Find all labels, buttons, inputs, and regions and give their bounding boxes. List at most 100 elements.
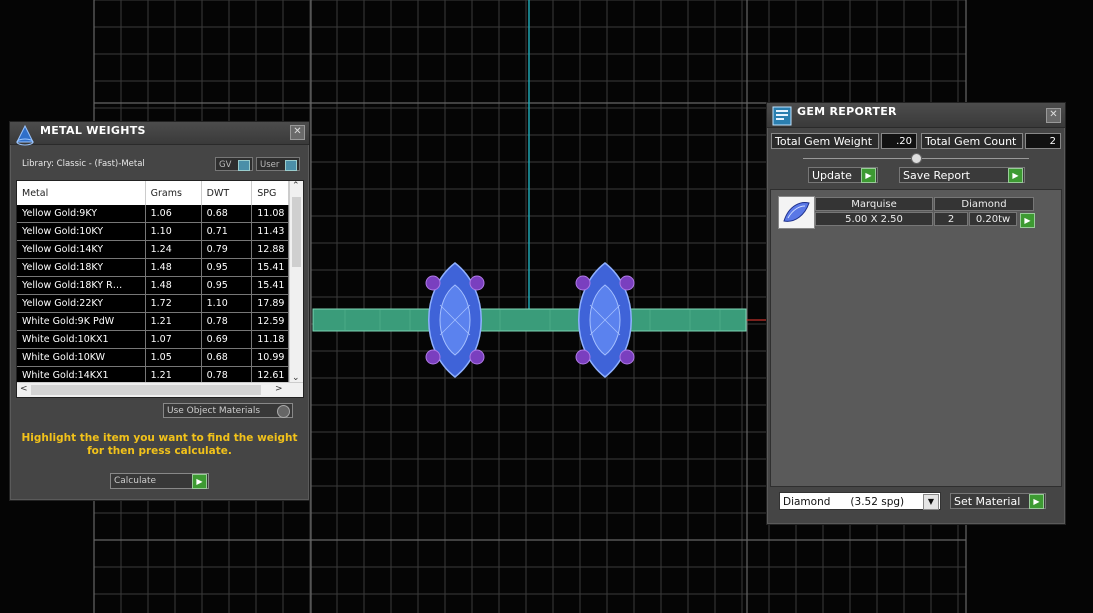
grams-cell: 1.48 bbox=[145, 276, 202, 295]
table-row[interactable]: White Gold:9K PdW 1.21 0.78 12.59 bbox=[17, 312, 289, 331]
hscrollbar-thumb[interactable] bbox=[31, 385, 261, 395]
metal-name-cell: Yellow Gold:14KY bbox=[17, 240, 146, 259]
metal-name-cell: Yellow Gold:18KY R… bbox=[17, 276, 146, 295]
metal-name-cell: Yellow Gold:10KY bbox=[17, 222, 146, 241]
column-header-grams[interactable]: Grams bbox=[145, 181, 202, 205]
dwt-cell: 1.10 bbox=[201, 294, 253, 313]
set-material-label: Set Material bbox=[954, 495, 1021, 508]
gem-reporter-titlebar[interactable]: GEM REPORTER ✕ bbox=[767, 103, 1065, 128]
calculate-button[interactable]: Calculate ▶ bbox=[110, 473, 209, 489]
save-report-label: Save Report bbox=[903, 169, 970, 182]
gem-size: 5.00 X 2.50 bbox=[815, 212, 933, 226]
gem-reporter-panel: GEM REPORTER ✕ Total Gem Weight .20 Tota… bbox=[766, 102, 1066, 525]
grams-cell: 1.24 bbox=[145, 240, 202, 259]
total-gem-count-value: 2 bbox=[1025, 133, 1061, 149]
column-header-metal[interactable]: Metal bbox=[17, 181, 146, 205]
total-gem-weight-value: .20 bbox=[881, 133, 917, 149]
scroll-right-icon[interactable]: > bbox=[275, 384, 283, 394]
update-label: Update bbox=[812, 169, 852, 182]
use-object-materials-checkbox[interactable]: Use Object Materials bbox=[163, 403, 293, 418]
save-report-button[interactable]: Save Report ▶ bbox=[899, 167, 1025, 183]
gem-shape: Marquise bbox=[815, 197, 933, 211]
metal-weights-panel: METAL WEIGHTS ✕ Library: Classic - (Fast… bbox=[9, 121, 310, 501]
dwt-cell: 0.68 bbox=[201, 205, 253, 223]
spg-cell: 11.43 bbox=[251, 222, 289, 241]
table-row[interactable]: White Gold:10KX1 1.07 0.69 11.18 bbox=[17, 330, 289, 349]
gem-weight: 0.20tw bbox=[969, 212, 1017, 226]
play-icon[interactable]: ▶ bbox=[1008, 168, 1023, 183]
scrollbar-thumb[interactable] bbox=[292, 197, 301, 267]
gem-reporter-title: GEM REPORTER bbox=[797, 105, 897, 118]
metal-weights-titlebar[interactable]: METAL WEIGHTS ✕ bbox=[10, 122, 309, 146]
calculate-label: Calculate bbox=[114, 476, 157, 486]
spg-cell: 12.88 bbox=[251, 240, 289, 259]
column-header-dwt[interactable]: DWT bbox=[201, 181, 253, 205]
grams-cell: 1.07 bbox=[145, 330, 202, 349]
dwt-cell: 0.95 bbox=[201, 276, 253, 295]
dwt-cell: 0.95 bbox=[201, 258, 253, 277]
spg-cell: 12.59 bbox=[251, 312, 289, 331]
marquise-icon bbox=[783, 202, 810, 222]
total-gem-weight-label: Total Gem Weight bbox=[771, 133, 879, 149]
marquise-thumbnail[interactable] bbox=[778, 196, 815, 229]
dwt-cell: 0.78 bbox=[201, 312, 253, 331]
instruction-text: Highlight the item you want to find the … bbox=[20, 432, 299, 458]
play-icon[interactable]: ▶ bbox=[1020, 213, 1035, 228]
material-select[interactable]: Diamond (3.52 spg) ▼ bbox=[779, 492, 941, 510]
play-icon[interactable]: ▶ bbox=[192, 474, 207, 489]
chevron-down-icon[interactable]: ▼ bbox=[923, 494, 939, 510]
user-label: User bbox=[260, 160, 280, 170]
radio-icon[interactable] bbox=[277, 405, 290, 418]
gv-label: GV bbox=[219, 160, 232, 170]
table-row[interactable]: Yellow Gold:14KY 1.24 0.79 12.88 bbox=[17, 240, 289, 259]
horizontal-scrollbar[interactable]: < > bbox=[17, 382, 303, 397]
dwt-cell: 0.71 bbox=[201, 222, 253, 241]
gem-list[interactable]: Marquise Diamond 5.00 X 2.50 2 0.20tw ▶ bbox=[770, 189, 1062, 487]
gem-report-icon bbox=[772, 106, 792, 126]
spg-cell: 17.89 bbox=[251, 294, 289, 313]
close-icon[interactable]: ✕ bbox=[290, 125, 305, 140]
grams-cell: 1.48 bbox=[145, 258, 202, 277]
spg-cell: 15.41 bbox=[251, 276, 289, 295]
instruction-line-2: for then press calculate. bbox=[87, 445, 232, 457]
metal-name-cell: Yellow Gold:22KY bbox=[17, 294, 146, 313]
set-material-button[interactable]: Set Material ▶ bbox=[950, 493, 1046, 509]
grams-cell: 1.05 bbox=[145, 348, 202, 367]
dwt-cell: 0.69 bbox=[201, 330, 253, 349]
total-gem-count-label: Total Gem Count bbox=[921, 133, 1023, 149]
dwt-cell: 0.79 bbox=[201, 240, 253, 259]
library-label: Library: Classic - (Fast)-Metal bbox=[22, 159, 145, 169]
marquise-gem-1 bbox=[425, 262, 485, 378]
table-row[interactable]: Yellow Gold:10KY 1.10 0.71 11.43 bbox=[17, 222, 289, 241]
scroll-up-icon[interactable]: ⌃ bbox=[292, 181, 300, 191]
vertical-scrollbar[interactable]: ⌃ ⌄ bbox=[289, 181, 303, 383]
dwt-cell: 0.68 bbox=[201, 348, 253, 367]
gv-toggle[interactable]: GV bbox=[215, 157, 253, 171]
grams-cell: 1.10 bbox=[145, 222, 202, 241]
column-header-spg[interactable]: SPG bbox=[251, 181, 289, 205]
grams-cell: 1.72 bbox=[145, 294, 202, 313]
play-icon[interactable]: ▶ bbox=[1029, 494, 1044, 509]
spg-cell: 15.41 bbox=[251, 258, 289, 277]
play-icon[interactable]: ▶ bbox=[861, 168, 876, 183]
slider-handle[interactable] bbox=[911, 153, 922, 164]
instruction-line-1: Highlight the item you want to find the … bbox=[21, 432, 298, 444]
table-row[interactable]: Yellow Gold:18KY 1.48 0.95 15.41 bbox=[17, 258, 289, 277]
close-icon[interactable]: ✕ bbox=[1046, 108, 1061, 123]
metal-name-cell: White Gold:10KX1 bbox=[17, 330, 146, 349]
metal-name-cell: Yellow Gold:18KY bbox=[17, 258, 146, 277]
gem-material: Diamond bbox=[934, 197, 1034, 211]
gem-count: 2 bbox=[934, 212, 968, 226]
metal-weights-table[interactable]: Metal Grams DWT SPG Yellow Gold:9KY 1.06 0… bbox=[16, 180, 304, 398]
table-row[interactable]: White Gold:10KW 1.05 0.68 10.99 bbox=[17, 348, 289, 367]
spg-cell: 10.99 bbox=[251, 348, 289, 367]
table-row[interactable]: Yellow Gold:9KY 1.06 0.68 11.08 bbox=[17, 205, 289, 223]
table-row[interactable]: Yellow Gold:22KY 1.72 1.10 17.89 bbox=[17, 294, 289, 313]
table-header-row: Metal Grams DWT SPG bbox=[17, 181, 289, 205]
marquise-gem-2 bbox=[575, 262, 635, 378]
update-button[interactable]: Update ▶ bbox=[808, 167, 878, 183]
user-toggle[interactable]: User bbox=[256, 157, 300, 171]
table-row[interactable]: Yellow Gold:18KY R… 1.48 0.95 15.41 bbox=[17, 276, 289, 295]
metal-name-cell: Yellow Gold:9KY bbox=[17, 205, 146, 223]
scroll-left-icon[interactable]: < bbox=[20, 384, 28, 394]
